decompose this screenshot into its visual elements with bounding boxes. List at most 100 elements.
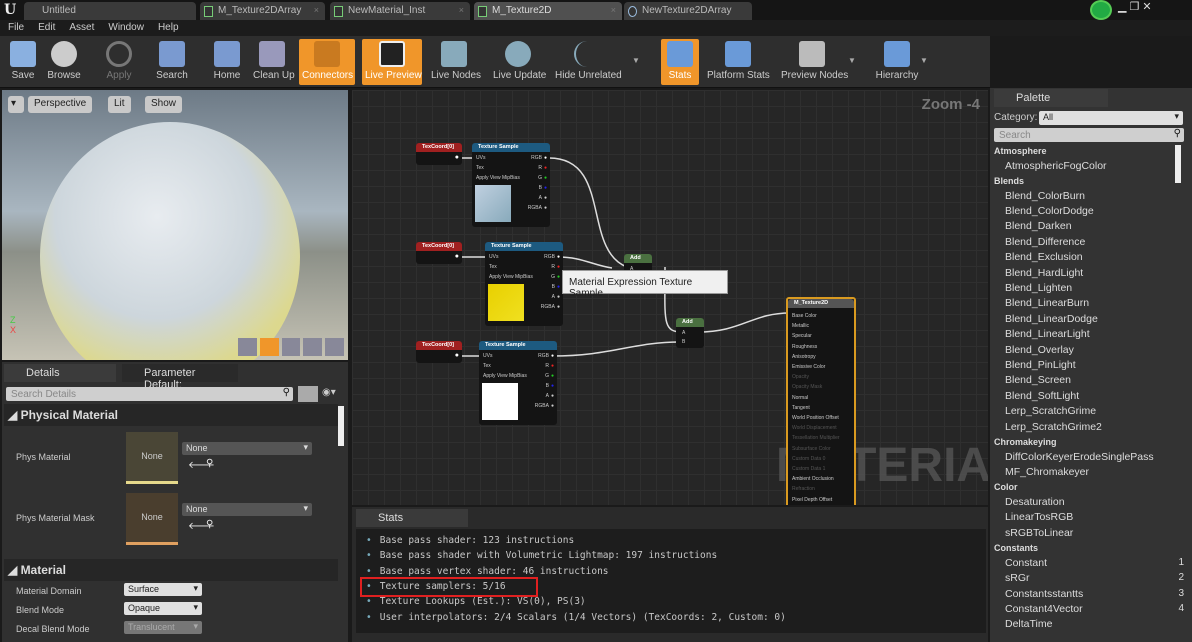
texcoord-node[interactable]: TexCoord[0]●: [416, 143, 462, 165]
palette-item[interactable]: Constant: [1005, 557, 1047, 569]
show-button[interactable]: Show: [145, 96, 182, 113]
blend-mode-combo[interactable]: Opaque: [124, 602, 202, 615]
menu-asset[interactable]: Asset: [61, 20, 100, 33]
output-pin[interactable]: B●: [539, 185, 547, 191]
palette-category[interactable]: Blends: [994, 176, 1024, 186]
decal-blend-mode-combo[interactable]: Translucent: [124, 621, 202, 634]
palette-category[interactable]: Constants: [994, 543, 1038, 553]
palette-item[interactable]: AtmosphericFogColor: [1005, 160, 1107, 172]
result-input-pin[interactable]: Tessellation Multiplier: [792, 435, 840, 441]
cylinder-icon[interactable]: [238, 338, 257, 356]
add-node-2[interactable]: AddAB: [676, 318, 704, 348]
input-pin[interactable]: UVs: [483, 353, 492, 359]
output-pin[interactable]: B●: [552, 284, 560, 290]
palette-item[interactable]: Blend_Lighten: [1005, 282, 1072, 294]
phys-material-mask-thumbnail[interactable]: None: [126, 493, 178, 545]
result-input-pin[interactable]: World Position Offset: [792, 415, 839, 421]
output-pin[interactable]: RGBA●: [535, 403, 554, 409]
palette-item[interactable]: Lerp_ScratchGrime: [1005, 405, 1096, 417]
material-graph-canvas[interactable]: Zoom -4 MATERIAL TexCoord[0]●TexCoord[0]…: [352, 90, 988, 505]
palette-item[interactable]: Blend_ColorDodge: [1005, 205, 1094, 217]
material-result-node[interactable]: M_Texture2DBase ColorMetallicSpecularRou…: [786, 297, 856, 505]
tab-stats[interactable]: Stats: [356, 509, 468, 527]
hide-unrelated-button[interactable]: Hide Unrelated: [552, 39, 622, 85]
output-pin[interactable]: RGB●: [531, 155, 547, 161]
result-input-pin[interactable]: Subsurface Color: [792, 446, 831, 452]
viewport-options-button[interactable]: ▾: [8, 96, 24, 113]
chevron-down-icon[interactable]: ▼: [632, 56, 640, 65]
source-control-icon[interactable]: [1090, 0, 1112, 20]
browse-search-icon[interactable]: ⚲: [206, 458, 213, 469]
tab-m-texture2darray[interactable]: M_Texture2DArray×: [200, 2, 325, 20]
output-pin[interactable]: G●: [551, 274, 560, 280]
output-pin[interactable]: B●: [546, 383, 554, 389]
teapot-icon[interactable]: [325, 338, 344, 356]
input-pin[interactable]: Apply View MipBias: [483, 373, 527, 379]
palette-item[interactable]: Lerp_ScratchGrime2: [1005, 421, 1102, 433]
palette-item[interactable]: Blend_Overlay: [1005, 344, 1074, 356]
result-input-pin[interactable]: Opacity Mask: [792, 384, 822, 390]
palette-category[interactable]: Color: [994, 482, 1018, 492]
palette-item[interactable]: Blend_SoftLight: [1005, 390, 1079, 402]
result-input-pin[interactable]: Custom Data 0: [792, 456, 825, 462]
input-pin[interactable]: Tex: [489, 264, 497, 270]
palette-item[interactable]: Blend_PinLight: [1005, 359, 1076, 371]
tab-newtexture2darray[interactable]: NewTexture2DArray: [624, 2, 752, 20]
input-pin[interactable]: UVs: [489, 254, 498, 260]
live-nodes-button[interactable]: Live Nodes: [428, 39, 480, 85]
output-pin[interactable]: R●: [545, 363, 554, 369]
output-pin[interactable]: ●: [455, 352, 459, 359]
output-pin[interactable]: ●: [455, 253, 459, 260]
tab-untitled[interactable]: Untitled: [24, 2, 196, 20]
phys-material-mask-combo[interactable]: None: [182, 503, 312, 516]
tab-details[interactable]: Details: [4, 364, 116, 382]
window-controls[interactable]: ▁ ❐ ✕: [1118, 0, 1152, 13]
preview-viewport[interactable]: ▾ Perspective Lit Show ZX: [2, 90, 348, 360]
palette-item[interactable]: Blend_HardLight: [1005, 267, 1083, 279]
palette-item[interactable]: Blend_Exclusion: [1005, 251, 1083, 263]
plane-icon[interactable]: [282, 338, 301, 356]
result-input-pin[interactable]: Normal: [792, 395, 808, 401]
texcoord-node[interactable]: TexCoord[0]●: [416, 242, 462, 264]
output-pin[interactable]: G●: [538, 175, 547, 181]
sphere-icon[interactable]: [260, 338, 279, 356]
menu-file[interactable]: File: [0, 20, 30, 33]
material-domain-combo[interactable]: Surface: [124, 583, 202, 596]
output-pin[interactable]: RGBA●: [528, 205, 547, 211]
connectors-button[interactable]: Connectors: [299, 39, 355, 85]
tab-parameter-defaults[interactable]: Parameter Default:: [122, 364, 238, 382]
live-preview-button[interactable]: Live Preview: [362, 39, 422, 85]
hierarchy-button[interactable]: Hierarchy: [872, 39, 922, 85]
result-input-pin[interactable]: Custom Data 1: [792, 466, 825, 472]
palette-item[interactable]: LinearTosRGB: [1005, 511, 1073, 523]
palette-item[interactable]: MF_Chromakeyer: [1005, 466, 1089, 478]
visibility-eye-icon[interactable]: ◉▾: [322, 387, 336, 398]
palette-scrollbar[interactable]: [1175, 145, 1181, 183]
palette-category[interactable]: Atmosphere: [994, 146, 1047, 156]
result-input-pin[interactable]: Ambient Occlusion: [792, 476, 834, 482]
palette-item[interactable]: Blend_ColorBurn: [1005, 190, 1085, 202]
browse-button[interactable]: Browse: [44, 39, 84, 85]
palette-item[interactable]: sRGBToLinear: [1005, 527, 1073, 539]
texcoord-node[interactable]: TexCoord[0]●: [416, 341, 462, 363]
output-pin[interactable]: G●: [545, 373, 554, 379]
output-pin[interactable]: R●: [538, 165, 547, 171]
home-button[interactable]: Home: [208, 39, 246, 85]
palette-item[interactable]: Blend_LinearLight: [1005, 328, 1090, 340]
output-pin[interactable]: RGB●: [538, 353, 554, 359]
input-pin[interactable]: UVs: [476, 155, 485, 161]
search-details-input[interactable]: Search Details⚲: [6, 387, 293, 401]
palette-item[interactable]: Blend_Difference: [1005, 236, 1085, 248]
palette-item[interactable]: Blend_LinearBurn: [1005, 297, 1089, 309]
perspective-button[interactable]: Perspective: [28, 96, 92, 113]
close-icon[interactable]: ×: [314, 5, 319, 15]
result-input-pin[interactable]: Base Color: [792, 313, 817, 319]
platform-stats-button[interactable]: Platform Stats: [704, 39, 772, 85]
input-pin[interactable]: Tex: [483, 363, 491, 369]
palette-item[interactable]: Constantsstantts: [1005, 588, 1083, 600]
chevron-down-icon[interactable]: ▼: [848, 56, 856, 65]
texture-sample-node[interactable]: Texture SampleUVsTexApply View MipBiasRG…: [485, 242, 563, 326]
result-input-pin[interactable]: Opacity: [792, 374, 809, 380]
texture-sample-node[interactable]: Texture SampleUVsTexApply View MipBiasRG…: [479, 341, 557, 425]
menu-help[interactable]: Help: [150, 20, 185, 33]
